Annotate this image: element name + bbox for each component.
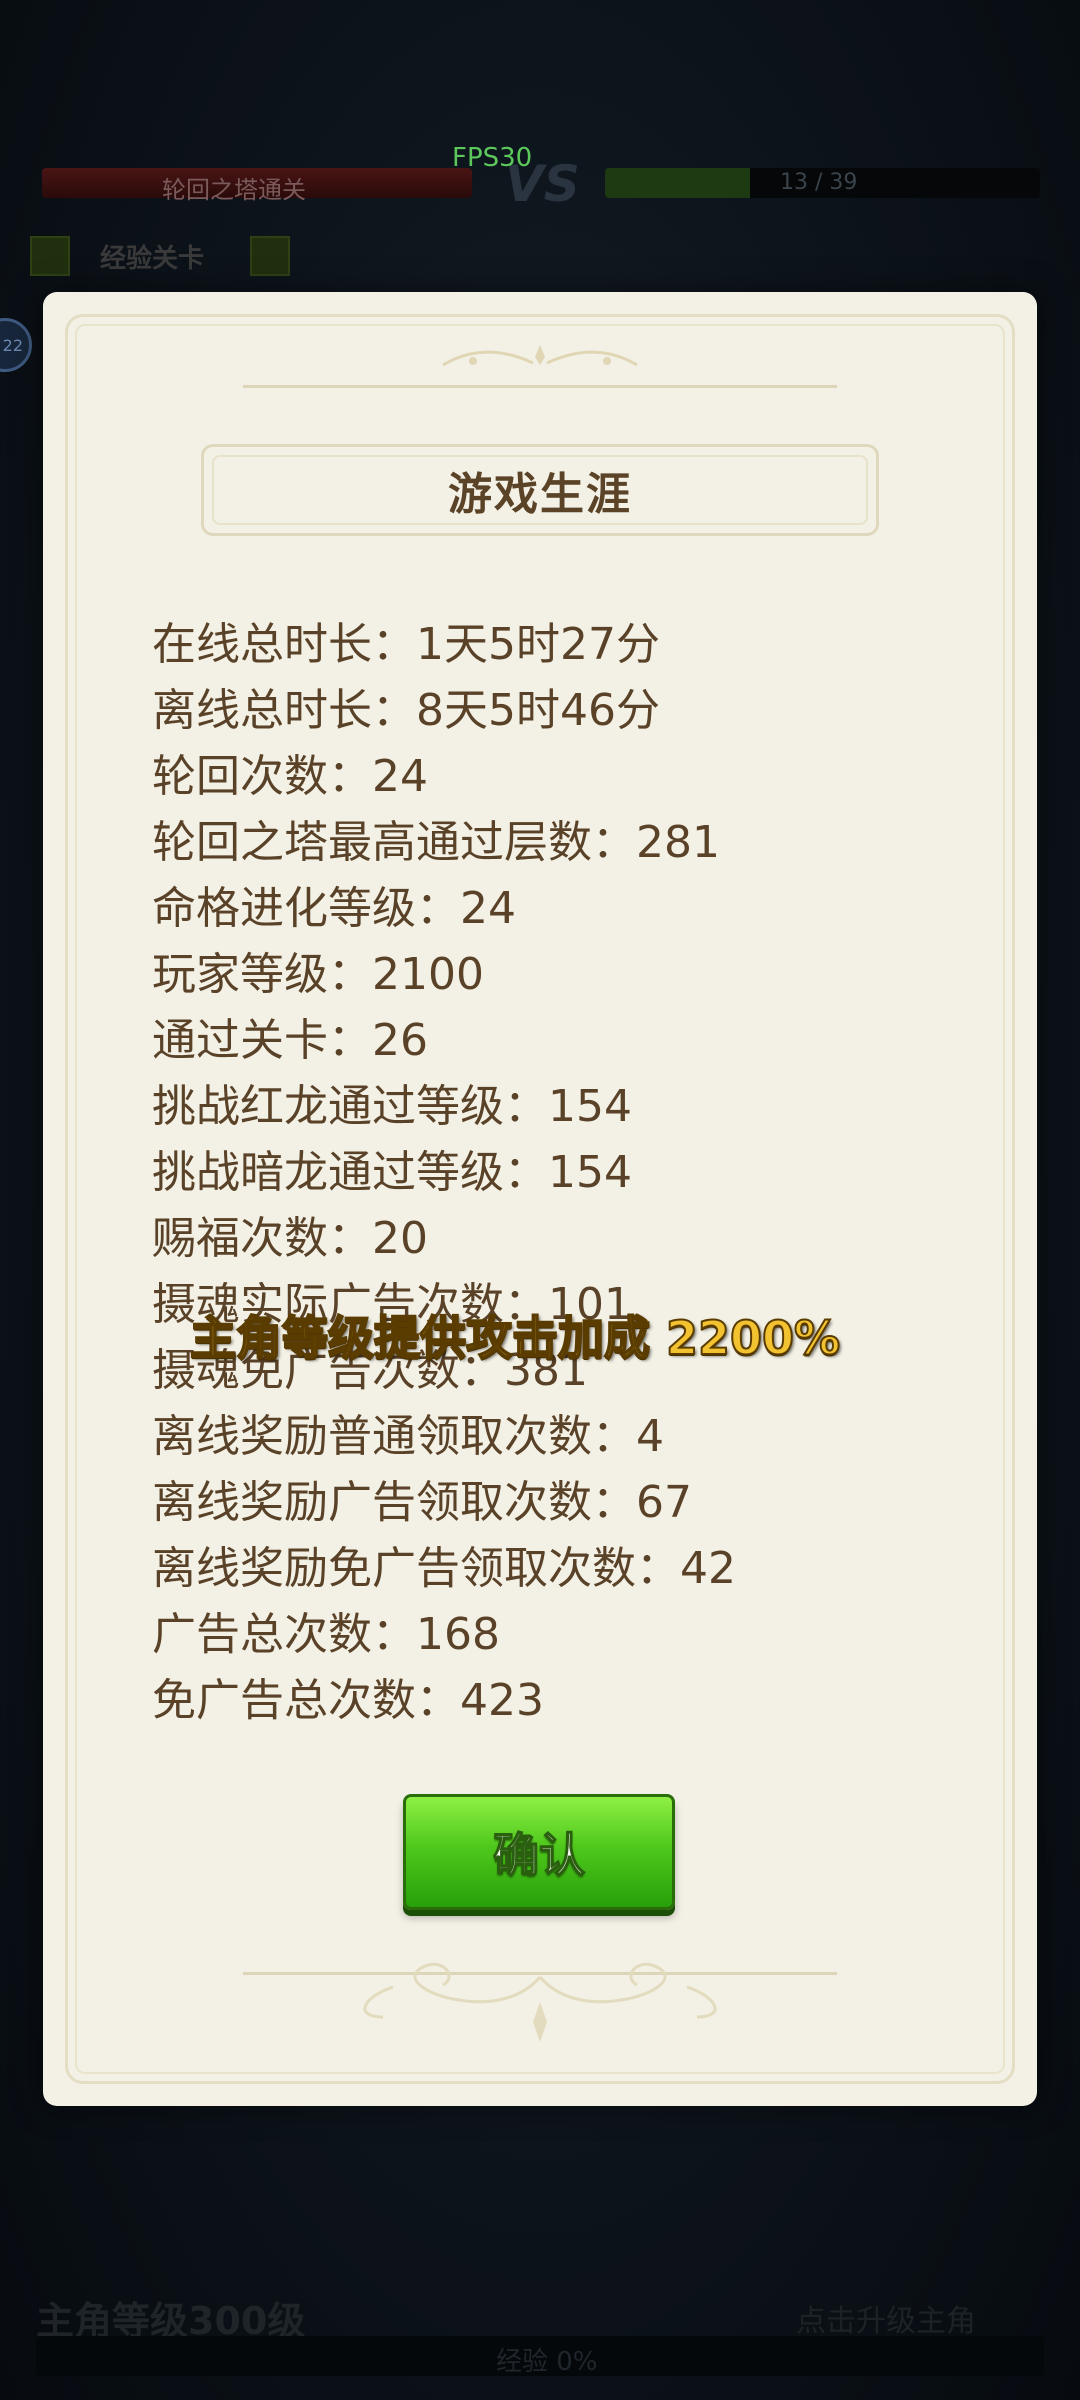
stat-row: 免广告总次数：423 <box>152 1675 544 1726</box>
stage-prev-button[interactable] <box>30 236 70 276</box>
fps-counter: FPS30 <box>452 143 533 173</box>
career-dialog: 游戏生涯 在线总时长：1天5时27分 离线总时长：8天5时46分 轮回次数：24 轮回… <box>43 292 1037 2106</box>
confirm-button[interactable]: 确认 <box>403 1794 675 1910</box>
bottom-flourish-icon <box>363 1962 717 2042</box>
battle-hud: 轮回之塔通关 VS 13 / 39 <box>0 150 1080 230</box>
stat-row: 在线总时长：1天5时27分 <box>152 619 660 670</box>
attack-bonus-floating-text: 主角等级提供攻击加成 2200% <box>189 1310 841 1366</box>
stat-row: 玩家等级：2100 <box>152 949 484 1000</box>
stat-row: 挑战暗龙通过等级：154 <box>152 1147 632 1198</box>
exp-bar: 经验 0% <box>36 2336 1044 2377</box>
stage-next-button[interactable] <box>250 236 290 276</box>
top-divider <box>243 385 837 388</box>
upgrade-hint[interactable]: 点击升级主角 <box>796 2296 976 2340</box>
stat-row: 离线总时长：8天5时46分 <box>152 685 660 736</box>
enemy-health-fill <box>605 168 750 198</box>
stat-row: 挑战红龙通过等级：154 <box>152 1081 632 1132</box>
player-health-bar: 轮回之塔通关 <box>42 168 472 204</box>
stat-row: 离线奖励普通领取次数：4 <box>152 1411 664 1462</box>
stat-row: 轮回次数：24 <box>152 751 428 802</box>
dialog-title: 游戏生涯 <box>448 469 632 520</box>
player-health-text: 轮回之塔通关 <box>162 176 306 204</box>
stat-row: 广告总次数：168 <box>152 1609 500 1660</box>
top-flourish-icon <box>442 345 638 367</box>
confirm-label: 确认 <box>492 1827 586 1883</box>
stat-row: 命格进化等级：24 <box>152 883 516 934</box>
stat-row: 轮回之塔最高通过层数：281 <box>152 817 720 868</box>
avatar-level-badge: 22 <box>2 335 23 355</box>
career-stats-list: 在线总时长：1天5时27分 离线总时长：8天5时46分 轮回次数：24 轮回之塔最高通… <box>152 612 952 1734</box>
dialog-title-box: 游戏生涯 <box>201 444 879 536</box>
stat-row: 赐福次数：20 <box>152 1213 428 1264</box>
exp-text: 经验 0% <box>496 2347 598 2377</box>
enemy-health-text: 13 / 39 <box>780 170 858 195</box>
stat-row: 离线奖励广告领取次数：67 <box>152 1477 692 1528</box>
stat-row: 离线奖励免广告领取次数：42 <box>152 1543 736 1594</box>
enemy-health-bar: 13 / 39 <box>605 168 1040 198</box>
stat-row: 通过关卡：26 <box>152 1015 428 1066</box>
stage-label: 经验关卡 <box>100 244 205 274</box>
stage-selector: 经验关卡 <box>30 232 290 276</box>
